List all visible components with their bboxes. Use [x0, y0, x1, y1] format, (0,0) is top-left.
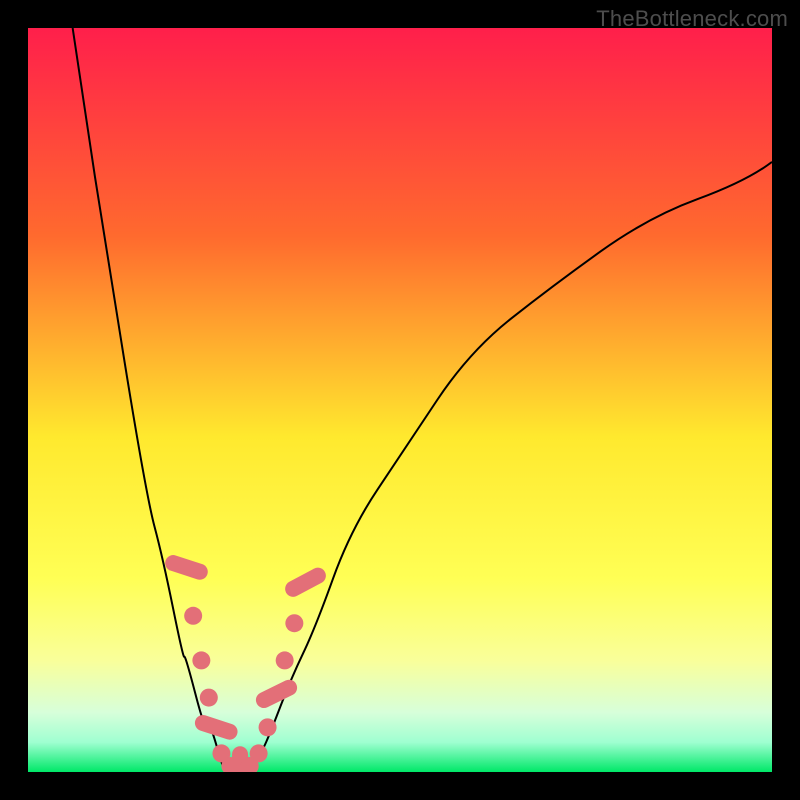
- marker-pill: [282, 565, 328, 600]
- marker-dot: [192, 651, 210, 669]
- watermark-text: TheBottleneck.com: [596, 6, 788, 32]
- marker-dot: [285, 614, 303, 632]
- marker-dot: [276, 651, 294, 669]
- marker-pill: [193, 713, 240, 742]
- marker-dot: [250, 744, 268, 762]
- plot-area: [28, 28, 772, 772]
- curve-right-branch: [251, 162, 772, 772]
- marker-dot: [184, 607, 202, 625]
- bottleneck-curve: [73, 28, 772, 772]
- marker-dot: [259, 718, 277, 736]
- chart-svg: [28, 28, 772, 772]
- marker-dot: [200, 689, 218, 707]
- marker-pill: [253, 677, 300, 711]
- marker-pill: [163, 553, 210, 582]
- data-markers: [163, 553, 329, 772]
- chart-frame: TheBottleneck.com: [0, 0, 800, 800]
